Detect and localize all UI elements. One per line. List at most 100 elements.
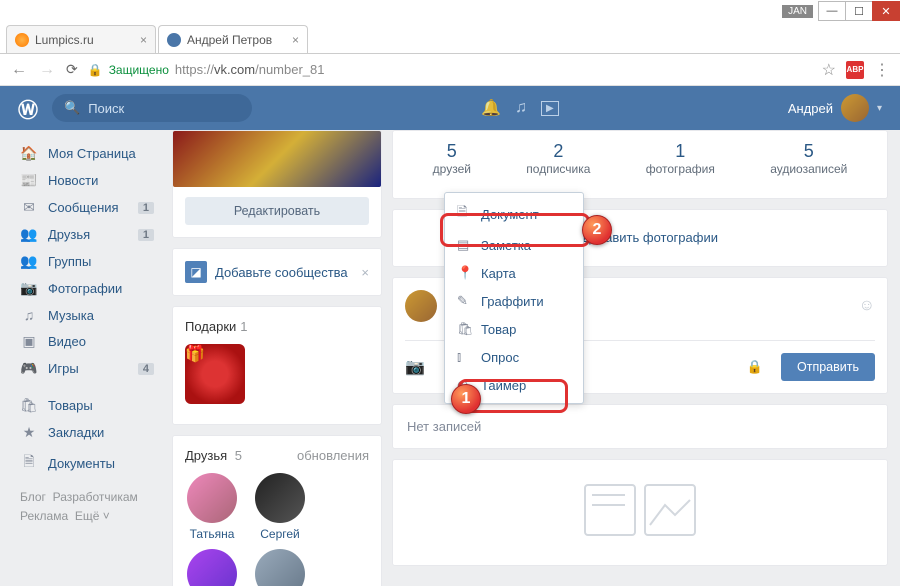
header-user-menu[interactable]: Андрей ▾ <box>788 94 882 122</box>
dd-poll[interactable]: ⫾Опрос <box>445 343 583 371</box>
stat-friends[interactable]: 5друзей <box>433 141 471 176</box>
chevron-down-icon: ▾ <box>877 103 882 114</box>
gifts-count: 1 <box>240 319 247 334</box>
gift-image[interactable]: 🎁 <box>185 344 245 404</box>
sidebar: 🏠Моя Страница 📰Новости ✉Сообщения1 👥Друз… <box>12 130 162 586</box>
dd-map[interactable]: 📍Карта <box>445 259 583 287</box>
footer-blog[interactable]: Блог <box>20 490 46 504</box>
search-box[interactable]: 🔍 <box>52 94 252 122</box>
friend-item[interactable]: Олег <box>253 549 307 586</box>
empty-icon <box>580 480 700 540</box>
star-icon: ★ <box>20 424 38 441</box>
cover-image <box>173 131 381 187</box>
bars-icon: ⫾ <box>457 349 471 365</box>
footer-ads[interactable]: Реклама <box>20 509 68 523</box>
edit-profile-button[interactable]: Редактировать <box>185 197 369 225</box>
browser-tab-vk[interactable]: Андрей Петров × <box>158 25 308 53</box>
badge: 1 <box>138 229 154 241</box>
stat-audio[interactable]: 5аудиозаписей <box>770 141 847 176</box>
badge: 1 <box>138 202 154 214</box>
friends-card: Друзья 5 обновления Татьяна Сергей Вален… <box>172 435 382 586</box>
gifts-title[interactable]: Подарки <box>185 319 236 334</box>
nav-friends[interactable]: 👥Друзья1 <box>12 221 162 248</box>
newspaper-icon: 📰 <box>20 172 38 189</box>
community-icon: ◪ <box>185 261 207 283</box>
nav-news[interactable]: 📰Новости <box>12 167 162 194</box>
tab-title: Lumpics.ru <box>35 33 94 47</box>
nav-music[interactable]: ♫Музыка <box>12 302 162 328</box>
note-icon: ♫ <box>20 307 38 323</box>
dd-product[interactable]: 🛍Товар <box>445 315 583 343</box>
callout-2: 2 <box>582 215 612 245</box>
add-communities-label: Добавьте сообщества <box>215 265 348 280</box>
secure-label: Защищено <box>109 63 169 77</box>
window-maximize[interactable]: ☐ <box>845 1 873 21</box>
camera-icon: 📷 <box>20 280 38 297</box>
nav-messages[interactable]: ✉Сообщения1 <box>12 194 162 221</box>
emoji-icon[interactable]: ☺ <box>859 297 875 315</box>
nav-photos[interactable]: 📷Фотографии <box>12 275 162 302</box>
window-close[interactable]: ✕ <box>872 1 900 21</box>
footer-links: Блог Разработчикам Реклама Ещё ˅ <box>12 480 162 534</box>
attach-photo-icon[interactable]: 📷 <box>405 357 425 377</box>
star-icon[interactable]: ☆ <box>822 60 836 80</box>
reload-button[interactable]: ⟳ <box>66 61 78 78</box>
avatar <box>405 290 437 322</box>
close-icon[interactable]: × <box>361 265 369 280</box>
dd-note[interactable]: ▤Заметка <box>445 231 583 259</box>
video-icon: ▣ <box>20 333 38 350</box>
tab-close-icon[interactable]: × <box>292 33 299 47</box>
nav-goods[interactable]: 🛍Товары <box>12 392 162 419</box>
submit-post-button[interactable]: Отправить <box>781 353 875 381</box>
tab-close-icon[interactable]: × <box>140 33 147 47</box>
callout-1: 1 <box>451 384 481 414</box>
url-text: https://vk.com/number_81 <box>175 62 325 77</box>
groups-icon: 👥 <box>20 253 38 270</box>
dd-graffiti[interactable]: ✎Граффити <box>445 287 583 315</box>
window-minimize[interactable]: — <box>818 1 846 21</box>
dd-document[interactable]: 🗎Документ <box>445 197 583 231</box>
friend-item[interactable]: Сергей <box>253 473 307 541</box>
avatar <box>841 94 869 122</box>
friend-item[interactable]: Татьяна <box>185 473 239 541</box>
vk-header: Ⓦ 🔍 🔔 ♫ ▶ Андрей ▾ <box>0 86 900 130</box>
url-field[interactable]: 🔒 Защищено https://vk.com/number_81 <box>88 62 812 77</box>
search-input[interactable] <box>88 101 264 116</box>
nav-documents[interactable]: 🗎Документы <box>12 446 162 480</box>
music-icon[interactable]: ♫ <box>515 99 527 117</box>
browser-tab-lumpics[interactable]: Lumpics.ru × <box>6 25 156 53</box>
nav-my-page[interactable]: 🏠Моя Страница <box>12 140 162 167</box>
abp-icon[interactable]: ABP <box>846 61 864 79</box>
footer-dev[interactable]: Разработчикам <box>53 490 138 504</box>
menu-icon[interactable]: ⋮ <box>874 60 890 80</box>
stats-card: 5друзей 2подписчика 1фотография 5аудиоза… <box>392 130 888 199</box>
add-communities-card[interactable]: ◪ Добавьте сообщества × <box>172 248 382 296</box>
stat-followers[interactable]: 2подписчика <box>526 141 590 176</box>
browser-tabstrip: Lumpics.ru × Андрей Петров × <box>0 22 900 54</box>
tab-title: Андрей Петров <box>187 33 272 47</box>
forward-button[interactable]: → <box>38 61 56 79</box>
nav-bookmarks[interactable]: ★Закладки <box>12 419 162 446</box>
friend-item[interactable]: Валентин <box>185 549 239 586</box>
address-bar: ← → ⟳ 🔒 Защищено https://vk.com/number_8… <box>0 54 900 86</box>
back-button[interactable]: ← <box>10 61 28 79</box>
updates-link[interactable]: обновления <box>297 448 369 463</box>
play-icon[interactable]: ▶ <box>541 101 559 116</box>
vk-logo-icon[interactable]: Ⓦ <box>18 94 38 123</box>
friends-title[interactable]: Друзья <box>185 448 227 463</box>
footer-more[interactable]: Ещё ˅ <box>75 509 110 523</box>
nav-groups[interactable]: 👥Группы <box>12 248 162 275</box>
home-icon: 🏠 <box>20 145 38 162</box>
nav-games[interactable]: 🎮Игры4 <box>12 355 162 382</box>
brush-icon: ✎ <box>457 293 471 309</box>
pin-icon: 📍 <box>457 265 471 281</box>
bag-icon: 🛍 <box>20 397 38 414</box>
gifts-card: Подарки 1 🎁 <box>172 306 382 425</box>
nav-video[interactable]: ▣Видео <box>12 328 162 355</box>
lock-icon: 🔒 <box>88 63 103 77</box>
friends-count: 5 <box>235 448 242 463</box>
badge: 4 <box>138 363 154 375</box>
privacy-icon[interactable]: 🔒 <box>747 359 763 375</box>
notifications-icon[interactable]: 🔔 <box>481 98 501 118</box>
stat-photos[interactable]: 1фотография <box>646 141 715 176</box>
